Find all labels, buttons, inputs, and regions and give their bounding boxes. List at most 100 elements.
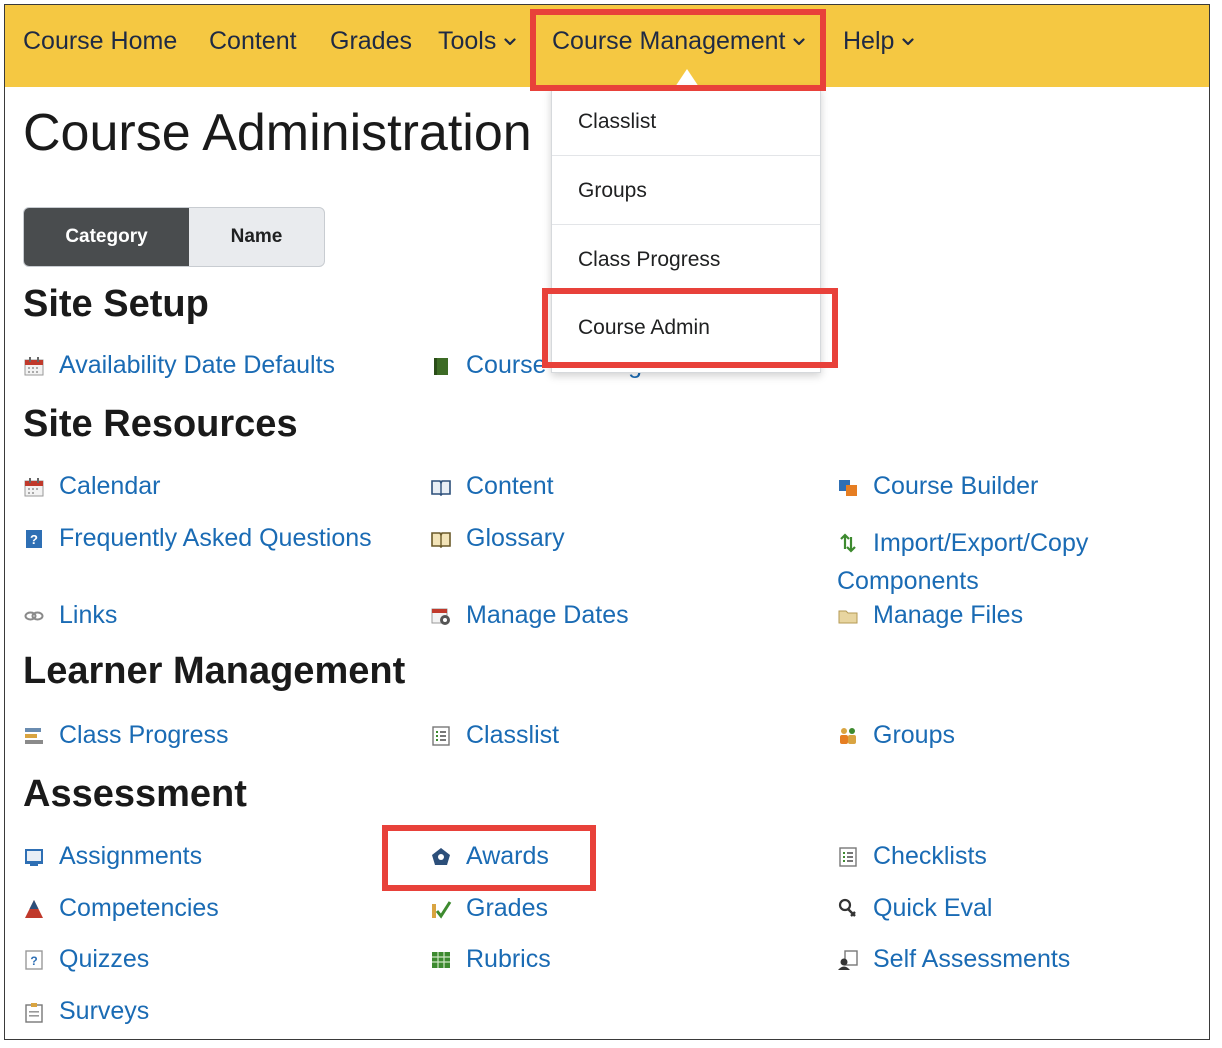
nav-tools[interactable]: Tools <box>438 27 516 56</box>
survey-icon <box>25 1002 43 1023</box>
faq-icon: ? <box>26 529 42 548</box>
dropdown-label: Groups <box>578 178 647 202</box>
link-label: Quizzes <box>59 945 150 973</box>
chevron-down-icon <box>504 37 516 45</box>
svg-text:?: ? <box>30 532 38 547</box>
link-label: Grades <box>466 894 548 922</box>
link-surveys[interactable]: Surveys <box>23 997 149 1026</box>
link-glossary[interactable]: Glossary <box>430 524 565 553</box>
link-checklists[interactable]: Checklists <box>837 842 987 871</box>
link-label: Classlist <box>466 721 560 749</box>
link-label: Frequently Asked Questions <box>59 524 372 552</box>
assignment-icon <box>25 848 43 866</box>
link-label: Links <box>59 601 118 629</box>
link-quizzes[interactable]: ? Quizzes <box>23 945 149 974</box>
link-label: Manage Dates <box>466 601 629 629</box>
nav-label: Course Management <box>552 27 786 55</box>
nav-label: Grades <box>330 27 412 55</box>
nav-course-home[interactable]: Course Home <box>23 27 177 56</box>
nav-label: Course Home <box>23 27 178 55</box>
category-view-button[interactable]: Category <box>24 208 189 266</box>
nav-content[interactable]: Content <box>209 27 297 56</box>
dropdown-pointer <box>675 69 699 87</box>
folder-icon <box>838 610 858 623</box>
view-toggle: Category Name <box>23 207 325 267</box>
link-calendar[interactable]: Calendar <box>23 472 160 501</box>
link-label: Competencies <box>59 894 219 922</box>
link-label: Manage Files <box>873 601 1024 629</box>
dropdown-item-class-progress[interactable]: Class Progress <box>552 226 820 294</box>
calendar-icon <box>24 477 44 496</box>
import-export-icon <box>840 533 856 553</box>
link-label: Availability Date Defaults <box>59 351 336 379</box>
manage-dates-icon <box>431 608 450 625</box>
course-navbar: Course Home Content Grades Tools Course … <box>5 5 1209 87</box>
link-label: Import/Export/Copy Components <box>837 529 1089 595</box>
link-manage-dates[interactable]: Manage Dates <box>430 601 629 630</box>
link-label: Groups <box>873 721 955 749</box>
quiz-icon: ? <box>25 949 43 970</box>
link-label: Course Builder <box>873 472 1039 500</box>
link-label: Quick Eval <box>873 894 993 922</box>
link-availability-date-defaults[interactable]: Availability Date Defaults <box>23 351 335 380</box>
link-label: Class Progress <box>59 721 229 749</box>
link-class-progress[interactable]: Class Progress <box>23 721 229 750</box>
link-manage-files[interactable]: Manage Files <box>837 601 1023 630</box>
chevron-down-icon <box>793 37 806 45</box>
link-rubrics[interactable]: Rubrics <box>430 945 551 974</box>
open-book-icon <box>431 479 451 496</box>
link-content[interactable]: Content <box>430 472 554 501</box>
section-title-learner-management: Learner Management <box>23 650 406 692</box>
link-import-export-copy-components[interactable]: Import/Export/Copy Components <box>837 524 1167 600</box>
link-label: Checklists <box>873 842 987 870</box>
link-competencies[interactable]: Competencies <box>23 894 219 923</box>
link-label: Self Assessments <box>873 945 1071 973</box>
dropdown-item-classlist[interactable]: Classlist <box>552 88 820 156</box>
link-course-builder[interactable]: Course Builder <box>837 472 1038 501</box>
link-awards[interactable]: Awards <box>430 842 549 871</box>
link-label: Glossary <box>466 524 565 552</box>
svg-text:?: ? <box>30 954 37 968</box>
dropdown-item-groups[interactable]: Groups <box>552 157 820 225</box>
nav-label: Content <box>209 27 297 55</box>
nav-course-management[interactable]: Course Management <box>552 27 806 56</box>
nav-help[interactable]: Help <box>843 27 915 56</box>
name-view-button[interactable]: Name <box>189 208 324 266</box>
list-icon <box>432 725 450 746</box>
self-assessment-icon <box>838 949 858 970</box>
link-links[interactable]: Links <box>23 601 117 630</box>
groups-icon <box>840 727 856 744</box>
calendar-icon <box>24 356 44 375</box>
award-icon <box>432 847 450 865</box>
progress-icon <box>25 727 43 744</box>
book-icon <box>434 357 448 375</box>
dropdown-item-course-admin[interactable]: Course Admin <box>552 294 820 362</box>
glossary-icon <box>431 531 451 548</box>
link-groups[interactable]: Groups <box>837 721 955 750</box>
checklist-icon <box>839 846 857 867</box>
nav-grades[interactable]: Grades <box>330 27 412 56</box>
quick-eval-icon <box>838 898 856 917</box>
link-icon <box>24 611 44 620</box>
dropdown-label: Course Admin <box>578 316 710 339</box>
grades-icon <box>432 900 452 919</box>
link-self-assessments[interactable]: Self Assessments <box>837 945 1070 974</box>
nav-label: Help <box>843 27 895 55</box>
link-quick-eval[interactable]: Quick Eval <box>837 894 992 923</box>
link-assignments[interactable]: Assignments <box>23 842 202 871</box>
link-label: Surveys <box>59 997 150 1025</box>
rubric-icon <box>432 951 450 968</box>
dropdown-label: Class Progress <box>578 247 721 271</box>
course-management-dropdown: Classlist Groups Class Progress Course A… <box>551 87 821 373</box>
link-label: Rubrics <box>466 945 551 973</box>
competencies-icon <box>25 899 43 918</box>
nav-label: Tools <box>438 27 497 55</box>
link-frequently-asked-questions[interactable]: ? Frequently Asked Questions <box>23 524 372 553</box>
link-classlist[interactable]: Classlist <box>430 721 559 750</box>
dropdown-label: Classlist <box>578 109 657 133</box>
page-title: Course Administration <box>23 104 532 162</box>
link-grades[interactable]: Grades <box>430 894 548 923</box>
link-label: Content <box>466 472 554 500</box>
link-label: Calendar <box>59 472 161 500</box>
link-label: Awards <box>466 842 549 870</box>
